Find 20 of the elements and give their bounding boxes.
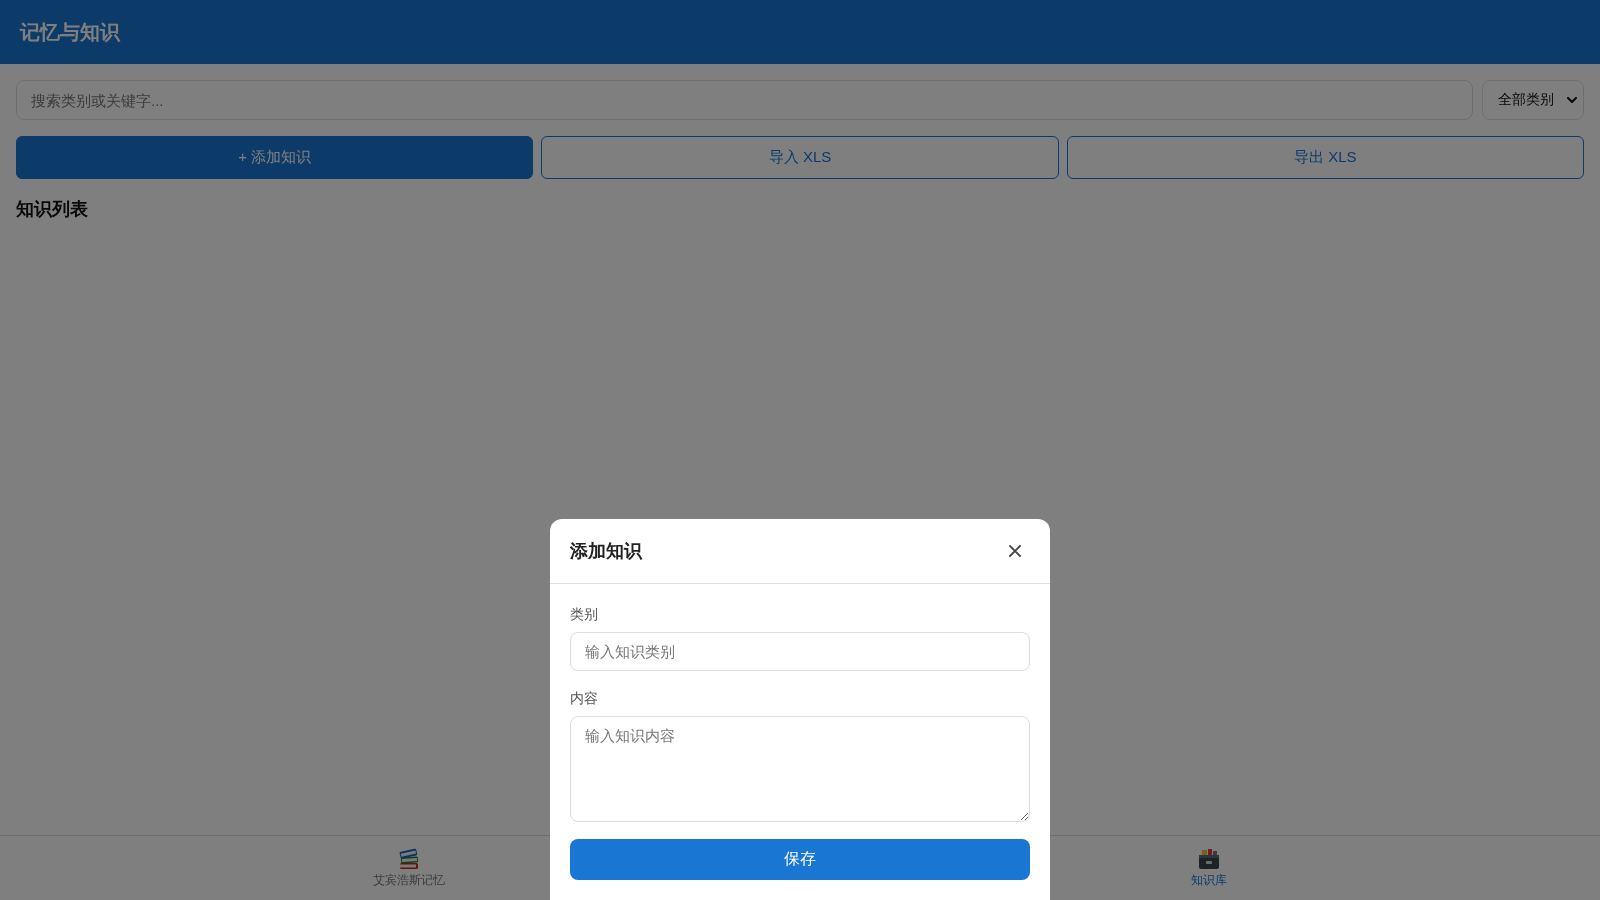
field-label: 内容	[570, 689, 599, 708]
modal-title: 添加知识	[570, 540, 642, 563]
close-icon	[1009, 545, 1021, 557]
close-button[interactable]	[1008, 544, 1022, 558]
books-icon	[397, 847, 421, 870]
file-box-icon	[1197, 847, 1221, 870]
search-field[interactable]: 搜索类别或关键字...	[16, 80, 1473, 120]
field-label: 类别	[570, 605, 599, 624]
input-field[interactable]: 输入知识类别	[570, 632, 1030, 671]
nav-tab[interactable]: 艾宾浩斯记忆	[367, 843, 451, 893]
section-heading: 知识列表	[16, 198, 89, 221]
category-dropdown[interactable]: 全部类别	[1482, 80, 1584, 120]
add-button[interactable]: + 添加知识	[16, 136, 534, 179]
save-button[interactable]: 保存	[570, 839, 1030, 880]
xls-button[interactable]: 导出 XLS	[1066, 136, 1584, 179]
chevron-down-icon	[1567, 97, 1577, 103]
xls-button[interactable]: 导入 XLS	[541, 136, 1059, 179]
nav-tab[interactable]: 知识库	[1185, 843, 1233, 893]
text-area[interactable]: 输入知识内容	[570, 716, 1030, 822]
app-title: 记忆与知识	[20, 19, 120, 45]
